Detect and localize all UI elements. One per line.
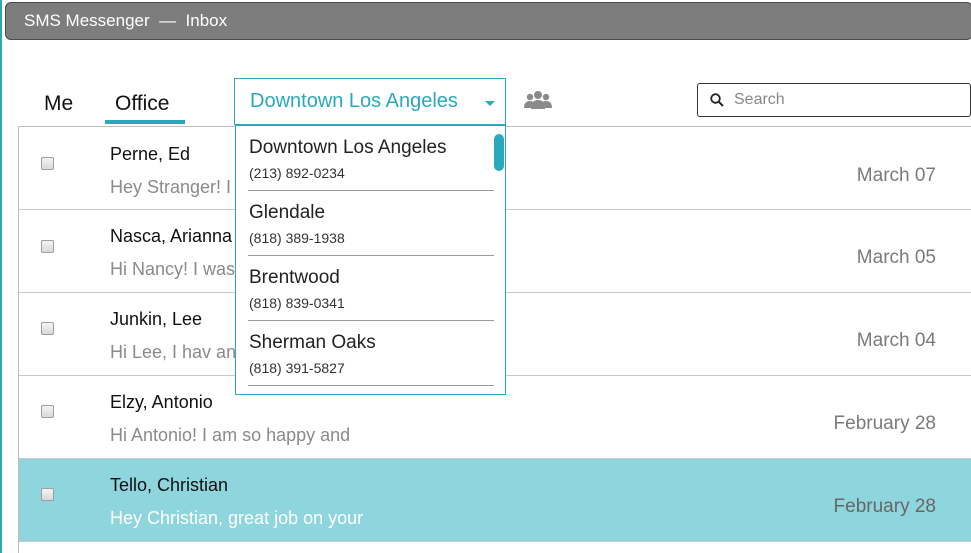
- location-option-name: Brentwood: [249, 267, 340, 288]
- row-checkbox[interactable]: [41, 405, 54, 418]
- message-preview: Hey Christian, great job on your: [110, 508, 364, 528]
- chevron-down-icon: [485, 101, 495, 106]
- message-date: March 05: [856, 247, 936, 268]
- tab-office[interactable]: Office: [115, 92, 169, 116]
- message-preview: Hi Nancy! I was: [110, 259, 236, 279]
- location-option-phone: (213) 892-0234: [249, 165, 345, 181]
- message-preview: Hi Antonio! I am so happy and: [110, 425, 351, 445]
- app-window: SMS Messenger — Inbox Me Office Downtown…: [0, 0, 971, 553]
- search-icon: [710, 93, 724, 107]
- search-input[interactable]: [734, 88, 954, 112]
- location-option-phone: (818) 389-1938: [249, 230, 345, 246]
- message-row-selected[interactable]: Tello, Christian Hey Christian, great jo…: [19, 459, 971, 542]
- contact-name: Tello, Christian: [110, 475, 229, 495]
- location-option-phone: (818) 839-0341: [249, 295, 345, 311]
- location-option-name: Sherman Oaks: [249, 332, 376, 353]
- dropdown-scrollbar[interactable]: [494, 134, 504, 171]
- active-tab-indicator: [105, 120, 185, 124]
- window-title: SMS Messenger — Inbox: [5, 2, 971, 40]
- search-box[interactable]: [697, 83, 971, 117]
- location-option-phone: (818) 391-5827: [249, 360, 345, 376]
- message-preview: Hey Stranger! I: [110, 177, 232, 197]
- row-checkbox[interactable]: [41, 240, 54, 253]
- group-icon[interactable]: [524, 89, 552, 111]
- message-date: March 07: [856, 165, 936, 186]
- tab-me[interactable]: Me: [44, 92, 73, 116]
- message-preview: Hi Lee, I hav an: [110, 342, 237, 362]
- location-select[interactable]: Downtown Los Angeles: [234, 78, 506, 125]
- location-option-name: Glendale: [249, 202, 326, 223]
- location-option[interactable]: Sherman Oaks (818) 391-5827: [248, 321, 494, 386]
- message-date: March 04: [856, 330, 936, 351]
- location-option-name: Downtown Los Angeles: [249, 137, 447, 158]
- location-dropdown: Downtown Los Angeles (213) 892-0234 Glen…: [235, 125, 506, 395]
- row-checkbox[interactable]: [41, 488, 54, 501]
- location-option[interactable]: Glendale (818) 389-1938: [248, 191, 494, 256]
- row-checkbox[interactable]: [41, 157, 54, 170]
- row-checkbox[interactable]: [41, 322, 54, 335]
- message-date: February 28: [833, 496, 936, 517]
- location-select-value: Downtown Los Angeles: [250, 90, 458, 112]
- contact-name: Nasca, Arianna: [110, 226, 233, 246]
- contact-name: Perne, Ed: [110, 144, 191, 164]
- contact-name: Elzy, Antonio: [110, 392, 213, 412]
- location-option[interactable]: Downtown Los Angeles (213) 892-0234: [248, 126, 494, 191]
- message-date: February 28: [833, 413, 936, 434]
- location-option[interactable]: Brentwood (818) 839-0341: [248, 256, 494, 321]
- contact-name: Junkin, Lee: [110, 309, 203, 329]
